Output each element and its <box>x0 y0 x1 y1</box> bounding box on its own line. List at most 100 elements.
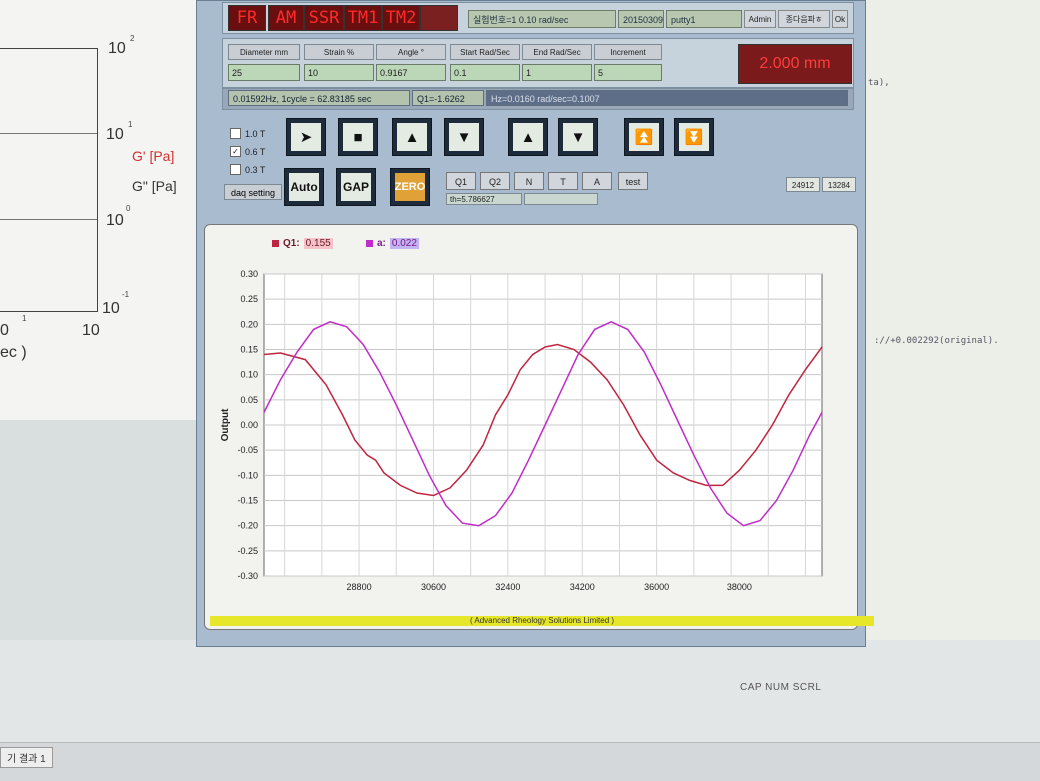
daq-setting-button[interactable]: daq setting <box>224 184 282 200</box>
y-tick-label: -0.20 <box>237 521 258 531</box>
end-rad-input[interactable]: 1 <box>522 64 592 81</box>
check-1.0t[interactable]: 1.0 T <box>230 128 265 139</box>
fast-down-button[interactable]: ⏬ <box>674 118 714 156</box>
legend-q1: Q1: 0.155 <box>272 238 333 249</box>
date-field[interactable]: 20150309 <box>618 10 664 28</box>
diameter-input[interactable]: 25 <box>228 64 300 81</box>
y-tick-label: -0.05 <box>237 445 258 455</box>
test-button[interactable]: test <box>618 172 648 190</box>
check-label: 1.0 T <box>245 128 266 139</box>
led-tm2: TM2 <box>382 5 420 31</box>
y-tick-label: -0.30 <box>237 571 258 581</box>
y-axis-label: Output <box>220 408 231 441</box>
x-tick-label: 0 <box>0 322 9 339</box>
q2-button[interactable]: Q2 <box>480 172 510 190</box>
zero-label: ZERO <box>395 173 425 201</box>
start-rad-input[interactable]: 0.1 <box>450 64 520 81</box>
angle-input[interactable]: 0.9167 <box>376 64 446 81</box>
q1-readout: Q1=-1.6262 <box>412 90 484 106</box>
legend-swatch-a <box>366 240 373 247</box>
gap-label: GAP <box>341 173 371 201</box>
y-tick-label: 0.25 <box>240 294 258 304</box>
legend-a: a: 0.022 <box>366 238 419 249</box>
close-button[interactable]: 종다음파ㅎ <box>778 10 830 28</box>
checkbox[interactable] <box>230 128 241 139</box>
x-tick-label: 32400 <box>495 582 520 592</box>
param-header: Angle ° <box>376 44 446 60</box>
counter-1: 24912 <box>786 177 820 192</box>
legend-swatch-q1 <box>272 240 279 247</box>
tick-sup: 1 <box>22 314 27 323</box>
hz-readout: Hz=0.0160 rad/sec=0.1007 <box>486 90 848 106</box>
check-0.6t[interactable]: ✓ 0.6 T <box>230 146 265 157</box>
a-button[interactable]: A <box>582 172 612 190</box>
footer-bar: ( Advanced Rheology Solutions Limited ) <box>210 616 874 626</box>
gap-button[interactable]: GAP <box>336 168 376 206</box>
check-label: 0.3 T <box>245 164 266 175</box>
y-tick-label: -0.15 <box>237 496 258 506</box>
y-tick-label: -0.25 <box>237 546 258 556</box>
double-down-icon: ⏬ <box>679 123 709 151</box>
frequency-readout: 0.01592Hz, 1cycle = 62.83185 sec <box>228 90 410 106</box>
param-header: End Rad/Sec <box>522 44 592 60</box>
cursor-icon: ➤ <box>291 123 321 151</box>
sample-field[interactable]: putty1 <box>666 10 742 28</box>
double-up-icon: ⏫ <box>629 123 659 151</box>
check-0.3t[interactable]: 0.3 T <box>230 164 265 175</box>
triangle-down-icon: ▼ <box>449 123 479 151</box>
start-button[interactable]: ➤ <box>286 118 326 156</box>
x-tick-label: 38000 <box>727 582 752 592</box>
gdouble-label: G" [Pa] <box>132 178 177 194</box>
stop-icon: ■ <box>343 123 373 151</box>
led-fr: FR <box>228 5 266 31</box>
zero-button[interactable]: ZERO <box>390 168 430 206</box>
increment-input[interactable]: 5 <box>594 64 662 81</box>
legend-a-value: 0.022 <box>389 238 419 249</box>
y-tick-label: 0.20 <box>240 319 258 329</box>
x-axis-fragment: ec ) <box>0 344 27 361</box>
led-am: AM <box>268 5 304 31</box>
fine-up-button[interactable]: ▲ <box>508 118 548 156</box>
t-button[interactable]: T <box>548 172 578 190</box>
tick-sup: 0 <box>126 204 131 213</box>
param-header: Increment <box>594 44 662 60</box>
led-ssr: SSR <box>304 5 344 31</box>
legend-a-name: a: <box>377 238 386 249</box>
experiment-info: 실험번호=1 0.10 rad/sec <box>468 10 616 28</box>
stop-button[interactable]: ■ <box>338 118 378 156</box>
led-blank <box>420 5 458 31</box>
x-tick-label: 36000 <box>644 582 669 592</box>
ok-button[interactable]: Ok <box>832 10 848 28</box>
gridline <box>0 133 97 134</box>
tick-label: 10 <box>108 40 126 57</box>
down-button[interactable]: ▼ <box>444 118 484 156</box>
background-plot-area <box>0 48 98 312</box>
taskbar: 기 결과 1 <box>0 742 1040 781</box>
q1-button[interactable]: Q1 <box>446 172 476 190</box>
tick-sup: -1 <box>122 290 130 299</box>
y-tick-label: 0.15 <box>240 345 258 355</box>
tick-label: 10 <box>102 300 120 317</box>
strain-input[interactable]: 10 <box>304 64 374 81</box>
check-label: 0.6 T <box>245 146 266 157</box>
code-line: ://+0.002292(original). <box>874 336 999 346</box>
fine-down-button[interactable]: ▼ <box>558 118 598 156</box>
param-header: Diameter mm <box>228 44 300 60</box>
triangle-down-icon: ▼ <box>563 123 593 151</box>
output-chart: -0.30 -0.25 -0.20 -0.15 -0.10 -0.05 0.00 0.05 0.… <box>220 269 823 592</box>
legend-q1-name: Q1: <box>283 238 300 249</box>
counter-2: 13284 <box>822 177 856 192</box>
admin-button[interactable]: Admin <box>744 10 776 28</box>
n-button[interactable]: N <box>514 172 544 190</box>
checkbox[interactable] <box>230 164 241 175</box>
gprime-label: G' [Pa] <box>132 148 175 164</box>
taskbar-tab[interactable]: 기 결과 1 <box>0 747 53 768</box>
fast-up-button[interactable]: ⏫ <box>624 118 664 156</box>
checkbox-checked[interactable]: ✓ <box>230 146 241 157</box>
triangle-up-icon: ▲ <box>397 123 427 151</box>
auto-button[interactable]: Auto <box>284 168 324 206</box>
up-button[interactable]: ▲ <box>392 118 432 156</box>
auto-label: Auto <box>289 173 319 201</box>
y-tick-label: 0.30 <box>240 269 258 279</box>
y-tick-label: -0.10 <box>237 470 258 480</box>
